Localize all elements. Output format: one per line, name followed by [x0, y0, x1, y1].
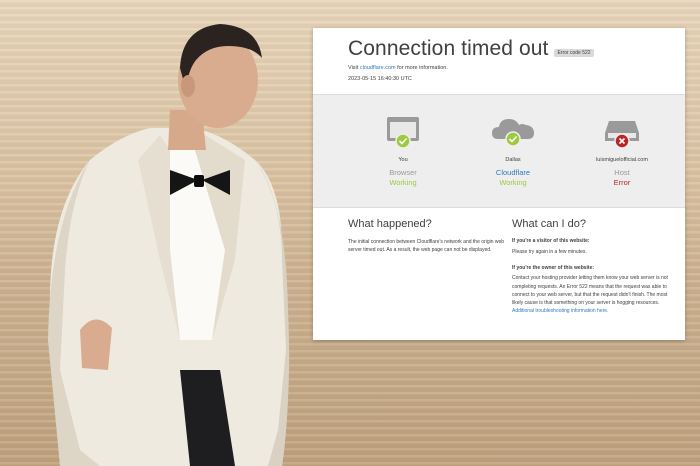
owner-text-block: Contact your hosting provider letting th… — [512, 274, 677, 315]
node-role[interactable]: Cloudflare — [468, 168, 558, 177]
error-code-badge: Error code 522 — [554, 49, 594, 57]
server-icon — [605, 121, 639, 149]
visit-prefix: Visit — [348, 65, 360, 71]
visitor-heading: If you're a visitor of this website: — [512, 238, 590, 244]
timestamp: 2023-05-15 16:40:30 UTC — [348, 76, 412, 82]
node-location: luismiguelofficial.com — [596, 157, 648, 163]
cloud-icon — [492, 119, 534, 147]
man-in-tuxedo-photo — [48, 24, 290, 466]
visit-line: Visit cloudflare.com for more informatio… — [348, 65, 448, 71]
status-band: You Browser Working Dallas Cloudflare Wo… — [313, 94, 685, 208]
node-location: Dallas — [505, 157, 521, 163]
node-role: Browser — [389, 168, 417, 177]
owner-heading: If you're the owner of this website: — [512, 265, 595, 272]
what-happened-section: What happened? The initial connection be… — [348, 218, 508, 255]
node-state: Working — [499, 178, 527, 187]
browser-icon — [387, 117, 419, 149]
troubleshooting-link[interactable]: Additional troubleshooting information h… — [512, 308, 608, 314]
cloudflare-error-panel: Connection timed out Error code 522 Visi… — [313, 28, 685, 340]
node-state: Working — [389, 178, 417, 187]
title-row: Connection timed out Error code 522 — [348, 37, 594, 61]
page-title: Connection timed out — [348, 37, 549, 60]
owner-text: Contact your hosting provider letting th… — [512, 275, 668, 307]
cloudflare-link[interactable]: cloudflare.com — [360, 65, 396, 71]
what-happened-heading: What happened? — [348, 218, 432, 230]
node-location: You — [398, 157, 408, 163]
node-role: Host — [614, 168, 630, 177]
visitor-text: Please try again in a few minutes. — [512, 249, 587, 255]
what-can-i-do-heading: What can I do? — [512, 218, 586, 230]
what-happened-text: The initial connection between Cloudflar… — [348, 239, 505, 254]
visit-suffix: for more information. — [395, 65, 448, 71]
error-pointer-notch — [616, 200, 628, 206]
node-state: Error — [613, 178, 631, 187]
what-can-i-do-section: What can I do? If you're a visitor of th… — [512, 218, 677, 316]
